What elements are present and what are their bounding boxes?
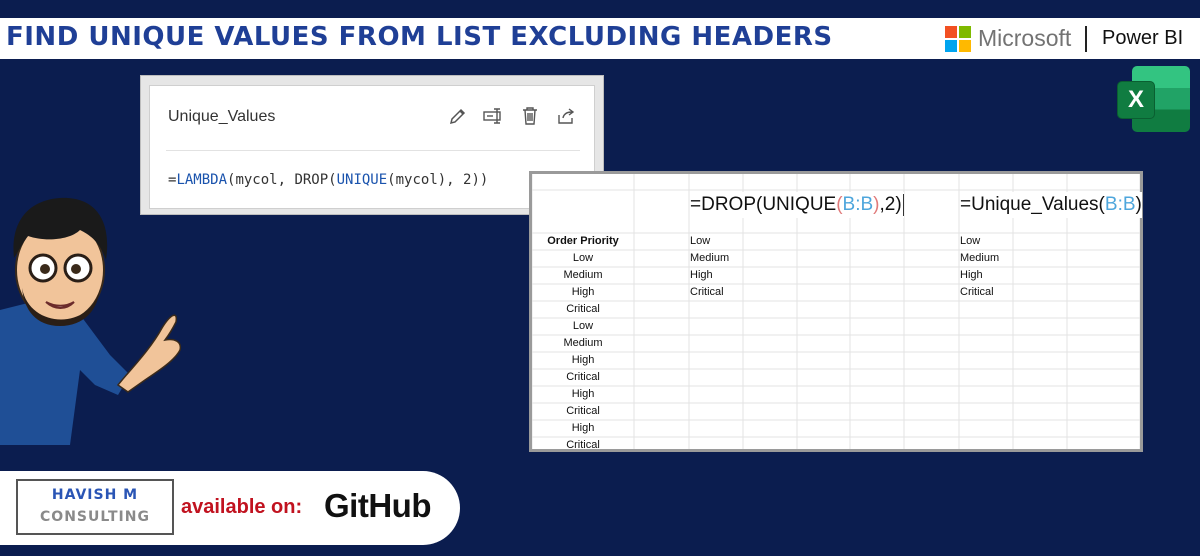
rename-icon[interactable] <box>482 104 506 128</box>
formula-part-1: (mycol, DROP( <box>227 172 337 188</box>
table-cell[interactable]: High <box>532 422 634 434</box>
consulting-logo[interactable]: HAVISH M CONSULTING <box>16 479 174 535</box>
share-icon[interactable] <box>554 104 578 128</box>
delete-trash-icon[interactable] <box>518 104 542 128</box>
excel-badge: X <box>1118 82 1154 118</box>
unique-values-result-cell[interactable]: High <box>960 269 983 281</box>
unique-values-result-cell[interactable]: Critical <box>960 286 994 298</box>
microsoft-logo-icon <box>945 26 971 52</box>
table-cell[interactable]: Critical <box>532 303 634 315</box>
unique-formula-ref: B:B <box>1104 194 1136 215</box>
drop-result-cell[interactable]: Medium <box>690 252 729 264</box>
name-card-divider <box>166 150 580 151</box>
title-bar: FIND UNIQUE VALUES FROM LIST EXCLUDING H… <box>0 18 1200 59</box>
unique-values-formula-cell[interactable]: =Unique_Values(B:B) <box>960 192 1142 218</box>
unique-values-result-cell[interactable]: Low <box>960 235 980 247</box>
text-cursor <box>902 193 904 216</box>
defined-name-label: Unique_Values <box>168 108 276 125</box>
table-cell[interactable]: High <box>532 388 634 400</box>
brand-divider <box>1085 26 1087 52</box>
drop-result-cell[interactable]: Low <box>690 235 710 247</box>
available-on-label: available on: <box>181 496 303 518</box>
powerbi-wordmark: Power BI <box>1102 27 1184 49</box>
consulting-subtitle: CONSULTING <box>40 509 150 525</box>
unique-formula-tail: ) <box>1135 194 1142 215</box>
spreadsheet: =DROP(UNIQUE(B:B),2) =Unique_Values(B:B)… <box>529 171 1143 452</box>
drop-formula-tail: ,2) <box>879 194 902 215</box>
edit-pencil-icon[interactable] <box>446 104 470 128</box>
table-cell[interactable]: Critical <box>532 439 634 451</box>
table-cell[interactable]: Medium <box>532 337 634 349</box>
formula-unique-keyword: UNIQUE <box>336 172 388 188</box>
page-title: FIND UNIQUE VALUES FROM LIST EXCLUDING H… <box>6 22 833 52</box>
drop-result-cell[interactable]: High <box>690 269 713 281</box>
drop-formula-ref: B:B <box>842 194 874 215</box>
presenter-avatar <box>0 197 182 445</box>
unique-values-result-cell[interactable]: Medium <box>960 252 999 264</box>
excel-logo-icon: X <box>1118 66 1190 132</box>
column-header-cell[interactable]: Order Priority <box>532 235 634 247</box>
table-cell[interactable]: High <box>532 286 634 298</box>
drop-formula-text: =DROP(UNIQUE <box>690 194 837 215</box>
table-cell[interactable]: Critical <box>532 371 634 383</box>
table-cell[interactable]: Medium <box>532 269 634 281</box>
table-cell[interactable]: High <box>532 354 634 366</box>
unique-formula-text: =Unique_Values( <box>960 194 1105 215</box>
consulting-name: HAVISH M <box>51 487 139 503</box>
name-toolbar <box>446 104 578 128</box>
formula-part-2: (mycol), 2)) <box>387 172 489 188</box>
github-link[interactable]: GitHub <box>324 487 431 525</box>
microsoft-wordmark: Microsoft <box>978 25 1072 51</box>
drop-formula-cell[interactable]: =DROP(UNIQUE(B:B),2) <box>690 192 904 218</box>
drop-result-cell[interactable]: Critical <box>690 286 724 298</box>
table-cell[interactable]: Low <box>532 252 634 264</box>
table-cell[interactable]: Critical <box>532 405 634 417</box>
lambda-formula[interactable]: =LAMBDA(mycol, DROP(UNIQUE(mycol), 2)) <box>168 172 488 188</box>
table-cell[interactable]: Low <box>532 320 634 332</box>
